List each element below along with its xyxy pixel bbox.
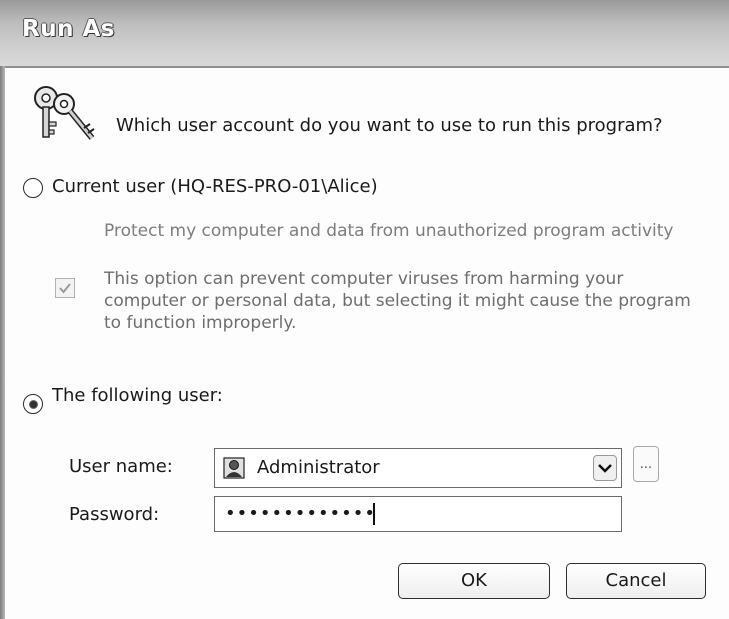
- protect-warning-text: This option can prevent computer viruses…: [104, 269, 691, 333]
- text-caret: [373, 503, 375, 525]
- window-title: Run As: [22, 16, 115, 42]
- username-combobox[interactable]: Administrator: [214, 448, 622, 488]
- current-user-label[interactable]: Current user (HQ-RES-PRO-01\Alice): [52, 176, 378, 197]
- radio-selected-dot: [29, 400, 38, 409]
- cancel-button[interactable]: Cancel: [566, 563, 706, 599]
- prompt-text: Which user account do you want to use to…: [116, 115, 663, 136]
- title-bar[interactable]: Run As: [0, 0, 729, 68]
- password-masked-value: •••••••••••••: [225, 503, 377, 524]
- window-border: [0, 66, 5, 619]
- following-user-label[interactable]: The following user:: [52, 385, 223, 406]
- password-label: Password:: [69, 504, 160, 525]
- current-user-radio[interactable]: [23, 178, 43, 198]
- username-dropdown-button[interactable]: [593, 455, 617, 481]
- protect-option-label: Protect my computer and data from unauth…: [104, 221, 674, 241]
- password-field[interactable]: •••••••••••••: [214, 496, 622, 532]
- username-label: User name:: [69, 456, 173, 477]
- run-as-dialog: Run As Which user account do you want to…: [0, 0, 729, 619]
- checkmark-icon: [59, 283, 71, 294]
- following-user-radio[interactable]: [23, 394, 43, 414]
- user-icon: [223, 457, 245, 479]
- protect-checkbox[interactable]: [55, 278, 75, 298]
- browse-users-button[interactable]: ...: [633, 446, 659, 482]
- keys-icon: [30, 82, 100, 146]
- ok-button[interactable]: OK: [398, 563, 550, 599]
- chevron-down-icon: [598, 464, 612, 473]
- username-value: Administrator: [257, 457, 380, 478]
